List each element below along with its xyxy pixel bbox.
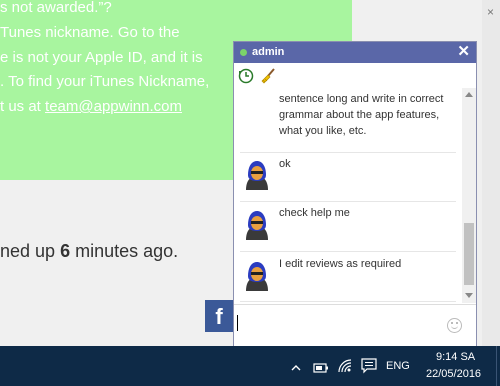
text-caret bbox=[237, 315, 238, 331]
action-center-icon[interactable] bbox=[361, 358, 377, 374]
message-divider bbox=[240, 201, 456, 202]
clock-time[interactable]: 9:14 SA bbox=[436, 351, 475, 363]
chat-message-list[interactable]: sentence long and write in correct gramm… bbox=[234, 88, 462, 303]
signup-suffix: minutes ago. bbox=[70, 241, 179, 261]
signup-prefix: ned up bbox=[0, 241, 61, 261]
wifi-icon[interactable] bbox=[337, 358, 353, 374]
message-text: check help me bbox=[279, 207, 350, 219]
message-divider bbox=[240, 301, 456, 302]
chat-window: admin ✕ sentence long and write in corre… bbox=[233, 41, 477, 346]
windows-taskbar: ENG 9:14 SA 22/05/2016 bbox=[0, 346, 500, 386]
battery-icon[interactable] bbox=[313, 360, 329, 376]
signup-status-text: ned up 6 minutes ago. bbox=[0, 241, 178, 262]
hooded-user-avatar-icon bbox=[246, 262, 268, 291]
scrollbar-thumb[interactable] bbox=[464, 223, 474, 285]
page-right-edge bbox=[482, 0, 500, 346]
broom-icon[interactable] bbox=[260, 68, 276, 84]
message-text: I edit reviews as required bbox=[279, 258, 402, 270]
hooded-user-avatar-icon bbox=[246, 161, 268, 190]
input-language-indicator[interactable]: ENG bbox=[386, 360, 410, 372]
chat-close-icon[interactable]: ✕ bbox=[457, 43, 470, 61]
chat-title: admin bbox=[252, 46, 285, 58]
emoji-smiley-icon[interactable] bbox=[447, 318, 462, 333]
message-text: ok bbox=[279, 158, 291, 170]
signup-minutes-count: 6 bbox=[60, 241, 71, 261]
history-icon[interactable] bbox=[238, 68, 254, 84]
hooded-user-avatar-icon bbox=[246, 211, 268, 240]
chevron-up-icon[interactable] bbox=[290, 360, 302, 376]
info-line-4: . To find your iTunes Nickname, bbox=[0, 73, 210, 90]
clock-date[interactable]: 22/05/2016 bbox=[426, 368, 481, 380]
chat-message-input[interactable] bbox=[234, 304, 476, 346]
info-line-1: s not awarded.”? bbox=[0, 0, 112, 16]
page-close-icon[interactable]: × bbox=[487, 5, 494, 19]
scroll-down-arrow-icon[interactable] bbox=[465, 293, 473, 298]
online-status-icon bbox=[240, 49, 247, 56]
show-desktop-button[interactable] bbox=[496, 346, 497, 386]
support-email-link[interactable]: team@appwinn.com bbox=[45, 98, 182, 115]
info-line-2: Tunes nickname. Go to the bbox=[0, 24, 180, 41]
info-line-5: t us at team@appwinn.com bbox=[0, 97, 182, 117]
message-text: sentence long and write in correct gramm… bbox=[279, 93, 444, 137]
info-line-3: e is not your Apple ID, and it is bbox=[0, 49, 203, 66]
message-divider bbox=[240, 152, 456, 153]
chat-header[interactable]: admin ✕ bbox=[234, 42, 476, 63]
facebook-share-button[interactable]: f bbox=[205, 300, 233, 332]
message-divider bbox=[240, 251, 456, 252]
chat-toolbar bbox=[234, 64, 476, 88]
contact-text: t us at bbox=[0, 98, 46, 115]
scroll-up-arrow-icon[interactable] bbox=[465, 92, 473, 97]
chat-scrollbar[interactable] bbox=[462, 88, 476, 303]
